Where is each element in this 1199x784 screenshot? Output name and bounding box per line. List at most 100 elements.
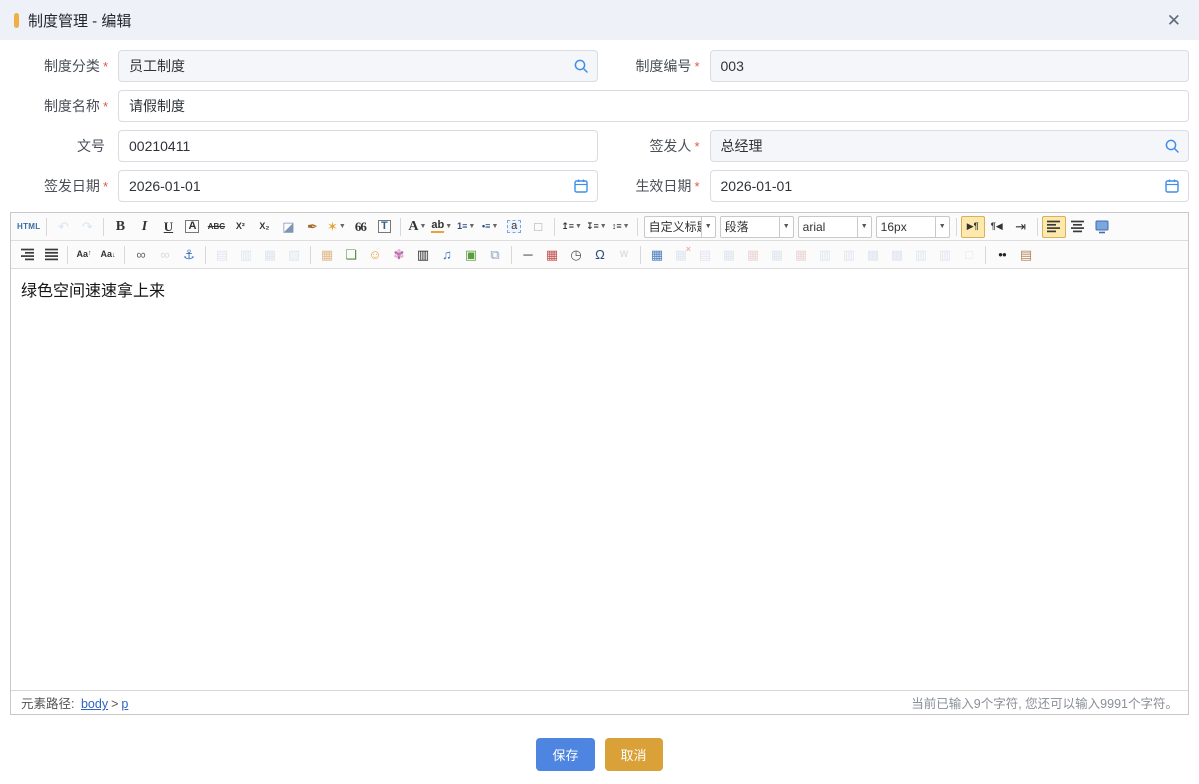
image-center-icon: ▦ <box>264 248 276 261</box>
direction-ltr-button[interactable]: ▶¶ <box>961 216 985 238</box>
to-uppercase-icon: Aa <box>76 250 91 259</box>
select-all-button[interactable]: a <box>502 216 526 238</box>
underline-button[interactable]: U <box>156 216 180 238</box>
line-height-button[interactable]: ↕≡▼ <box>609 216 633 238</box>
auto-typeset-button[interactable]: ✶▼ <box>324 216 348 238</box>
word-image-import-button: W <box>612 244 636 266</box>
toolbar-separator <box>103 218 104 236</box>
element-path-prefix: 元素路径: <box>21 697 74 711</box>
justify-full-button[interactable] <box>39 244 63 266</box>
element-path-p-link[interactable]: p <box>121 697 128 711</box>
insert-table-button[interactable]: ▦ <box>645 244 669 266</box>
effective-date-input[interactable] <box>710 170 1190 202</box>
html-source-icon: HTML <box>17 223 40 231</box>
multi-image-upload-button[interactable]: ❏ <box>339 244 363 266</box>
element-path-body-link[interactable]: body <box>81 697 108 711</box>
font-color-icon: A <box>408 220 418 234</box>
chevron-down-icon: ▼ <box>445 223 452 230</box>
name-input[interactable] <box>118 90 1189 122</box>
insert-link-button[interactable]: ∞ <box>129 244 153 266</box>
required-asterisk: * <box>103 59 108 74</box>
remove-link-icon: ∞ <box>160 248 169 261</box>
blockquote-button[interactable]: 66 <box>348 216 372 238</box>
font-border-button[interactable]: A <box>180 216 204 238</box>
issuer-input[interactable] <box>710 130 1190 162</box>
insert-column-icon: ▦ <box>771 248 783 261</box>
category-input[interactable] <box>118 50 598 82</box>
superscript-button[interactable]: X² <box>228 216 252 238</box>
justify-left-button[interactable] <box>1042 216 1066 238</box>
highlight-color-button[interactable]: ab▼ <box>429 216 454 238</box>
first-line-indent-button[interactable]: ⇥ <box>1009 216 1033 238</box>
to-lowercase-button[interactable]: Aa <box>96 244 120 266</box>
horizontal-rule-button[interactable]: ─ <box>516 244 540 266</box>
to-lowercase-icon: Aa <box>100 250 115 259</box>
close-icon[interactable]: ✕ <box>1163 10 1185 31</box>
remove-format-eraser-button[interactable]: ◪ <box>276 216 300 238</box>
font-family-select[interactable]: arial▼ <box>798 216 872 238</box>
justify-center-icon <box>1070 220 1085 233</box>
custom-style-select[interactable]: 自定义标题▼ <box>644 216 716 238</box>
ordered-list-button[interactable]: 1≡▼ <box>454 216 478 238</box>
italic-button[interactable]: I <box>132 216 156 238</box>
label-text: 签发日期 <box>44 178 100 194</box>
fullscreen-button[interactable] <box>1090 216 1114 238</box>
justify-center-button[interactable] <box>1066 216 1090 238</box>
unordered-list-button[interactable]: •≡▼ <box>478 216 502 238</box>
toolbar-separator <box>310 246 311 264</box>
special-characters-button[interactable]: Ω <box>588 244 612 266</box>
paragraph-spacing-bottom-button[interactable]: ↧≡▼ <box>584 216 609 238</box>
search-replace-button[interactable]: ●● <box>990 244 1014 266</box>
cancel-button[interactable]: 取消 <box>605 738 663 771</box>
insert-video-button[interactable]: ▥ <box>411 244 435 266</box>
clear-document-button[interactable]: □ <box>526 216 550 238</box>
subscript-icon: X₂ <box>259 222 269 231</box>
emoticon-button[interactable]: ☺ <box>363 244 387 266</box>
paragraph-format-select[interactable]: 段落▼ <box>720 216 794 238</box>
paragraph-spacing-top-button[interactable]: ↥≡▼ <box>559 216 584 238</box>
search-icon[interactable] <box>573 58 589 74</box>
clipboard-paste-button[interactable]: ▤ <box>1014 244 1038 266</box>
calendar-icon[interactable] <box>573 178 589 194</box>
editor-content[interactable]: 绿色空间速速拿上来 <box>11 269 1188 690</box>
document-template-button: □ <box>957 244 981 266</box>
single-image-upload-button[interactable]: ▦ <box>315 244 339 266</box>
special-characters-icon: Ω <box>595 248 605 261</box>
screen-capture-button[interactable]: ⧉ <box>483 244 507 266</box>
justify-right-button[interactable] <box>15 244 39 266</box>
clear-document-icon: □ <box>534 220 542 233</box>
paste-plain-text-button[interactable]: T <box>372 216 396 238</box>
calendar-icon[interactable] <box>1164 178 1180 194</box>
insert-date-button[interactable]: ▦ <box>540 244 564 266</box>
fullscreen-icon <box>1094 220 1110 234</box>
toolbar-separator <box>46 218 47 236</box>
blockquote-icon: 66 <box>355 220 366 233</box>
average-columns-button: ▥ <box>933 244 957 266</box>
direction-rtl-button[interactable]: ¶◀ <box>985 216 1009 238</box>
strikethrough-button[interactable]: ABC <box>204 216 228 238</box>
bold-button[interactable]: B <box>108 216 132 238</box>
insert-music-button[interactable]: ♫ <box>435 244 459 266</box>
first-line-indent-icon: ⇥ <box>1015 220 1026 233</box>
font-color-button[interactable]: A▼ <box>405 216 429 238</box>
code-input[interactable] <box>710 50 1190 82</box>
insert-map-button[interactable]: ▣ <box>459 244 483 266</box>
table-caption-button: ▤ <box>693 244 717 266</box>
scrawl-button[interactable]: ✾ <box>387 244 411 266</box>
redo-icon: ↷ <box>82 220 93 233</box>
save-button[interactable]: 保存 <box>536 738 594 771</box>
font-size-select[interactable]: 16px▼ <box>876 216 950 238</box>
issue-date-input[interactable] <box>118 170 598 202</box>
toolbar-separator <box>956 218 957 236</box>
element-path: 元素路径: body>p <box>21 693 131 712</box>
to-uppercase-button[interactable]: Aa <box>72 244 96 266</box>
label-text: 制度分类 <box>44 58 100 74</box>
doc-number-input[interactable] <box>118 130 598 162</box>
subscript-button[interactable]: X₂ <box>252 216 276 238</box>
html-source-button[interactable]: HTML <box>15 216 42 238</box>
insert-time-button[interactable]: ◷ <box>564 244 588 266</box>
anchor-button[interactable]: ⚓ <box>177 244 201 266</box>
format-brush-button[interactable]: ✒ <box>300 216 324 238</box>
delete-column-icon: ▦ <box>795 248 807 261</box>
search-icon[interactable] <box>1164 138 1180 154</box>
